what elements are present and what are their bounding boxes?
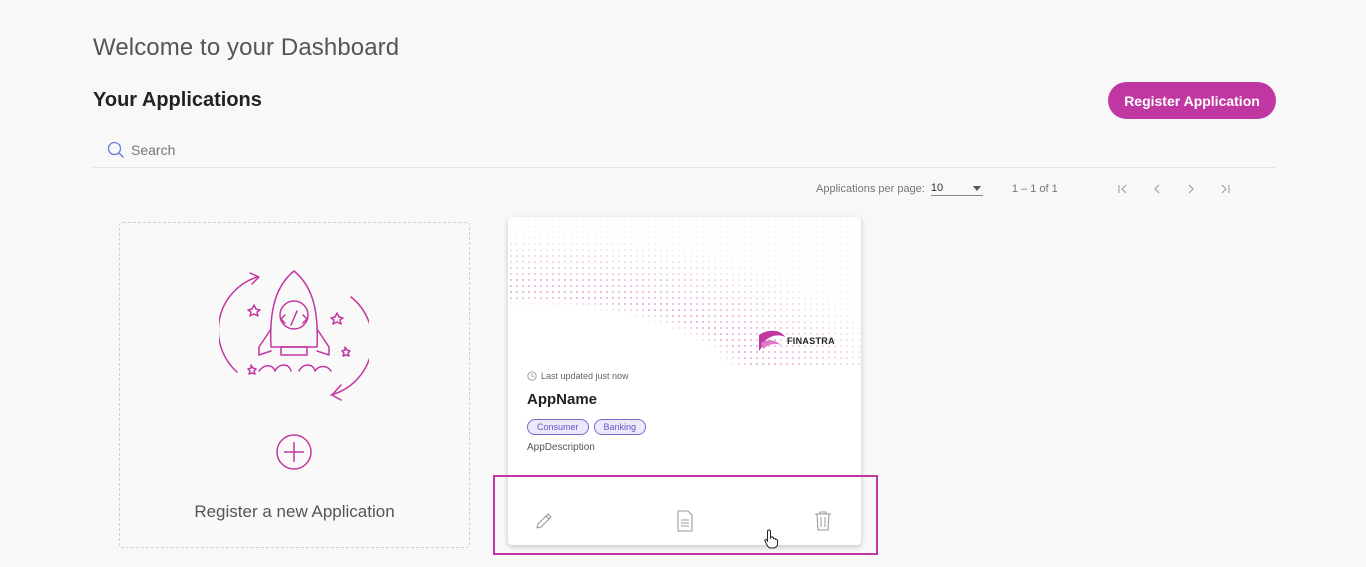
last-page-icon (1221, 184, 1230, 194)
tag-chip: Banking (593, 419, 647, 435)
rocket-code-icon (219, 270, 369, 401)
hand-pointer-cursor-icon (764, 529, 778, 549)
register-application-button[interactable]: Register Application (1108, 82, 1276, 119)
last-updated: Last updated just now (527, 371, 629, 381)
chevron-right-icon (1188, 184, 1194, 194)
edit-button[interactable] (533, 510, 555, 532)
chevron-left-icon (1154, 184, 1160, 194)
search-bar (93, 133, 1276, 168)
last-updated-text: Last updated just now (541, 371, 629, 381)
last-page-button[interactable] (1216, 180, 1234, 198)
next-page-button[interactable] (1182, 180, 1200, 198)
delete-button[interactable] (812, 510, 834, 532)
applications-section-title: Your Applications (93, 89, 262, 111)
chevron-down-icon (972, 185, 981, 191)
welcome-heading: Welcome to your Dashboard (93, 34, 400, 61)
per-page-label: Applications per page: (816, 183, 925, 195)
first-page-button[interactable] (1114, 180, 1132, 198)
clock-icon (527, 371, 537, 381)
page-range-label: 1 – 1 of 1 (1011, 183, 1058, 195)
document-icon (677, 510, 693, 532)
app-name: AppName (527, 391, 598, 408)
details-button[interactable] (674, 510, 696, 532)
paginator: Applications per page: 10 1 – 1 of 1 (816, 180, 1234, 198)
register-new-application-label: Register a new Application (194, 502, 395, 521)
app-description: AppDescription (527, 442, 595, 453)
tag-chip: Consumer (527, 419, 589, 435)
first-page-icon (1118, 184, 1127, 194)
register-new-application-card[interactable]: Register a new Application (119, 222, 470, 548)
pencil-icon (536, 513, 552, 529)
per-page-value: 10 (930, 182, 944, 194)
tag-list: Consumer Banking (527, 419, 651, 435)
per-page-select[interactable]: 10 (930, 182, 983, 196)
brand-name: FINASTRA (787, 336, 835, 346)
search-icon (107, 141, 124, 158)
finastra-logo: FINASTRA (757, 329, 835, 353)
previous-page-button[interactable] (1148, 180, 1166, 198)
plus-circle-icon[interactable] (275, 433, 313, 471)
finastra-logo-mark (759, 330, 785, 351)
trash-icon (815, 511, 831, 531)
search-input[interactable] (131, 142, 531, 158)
